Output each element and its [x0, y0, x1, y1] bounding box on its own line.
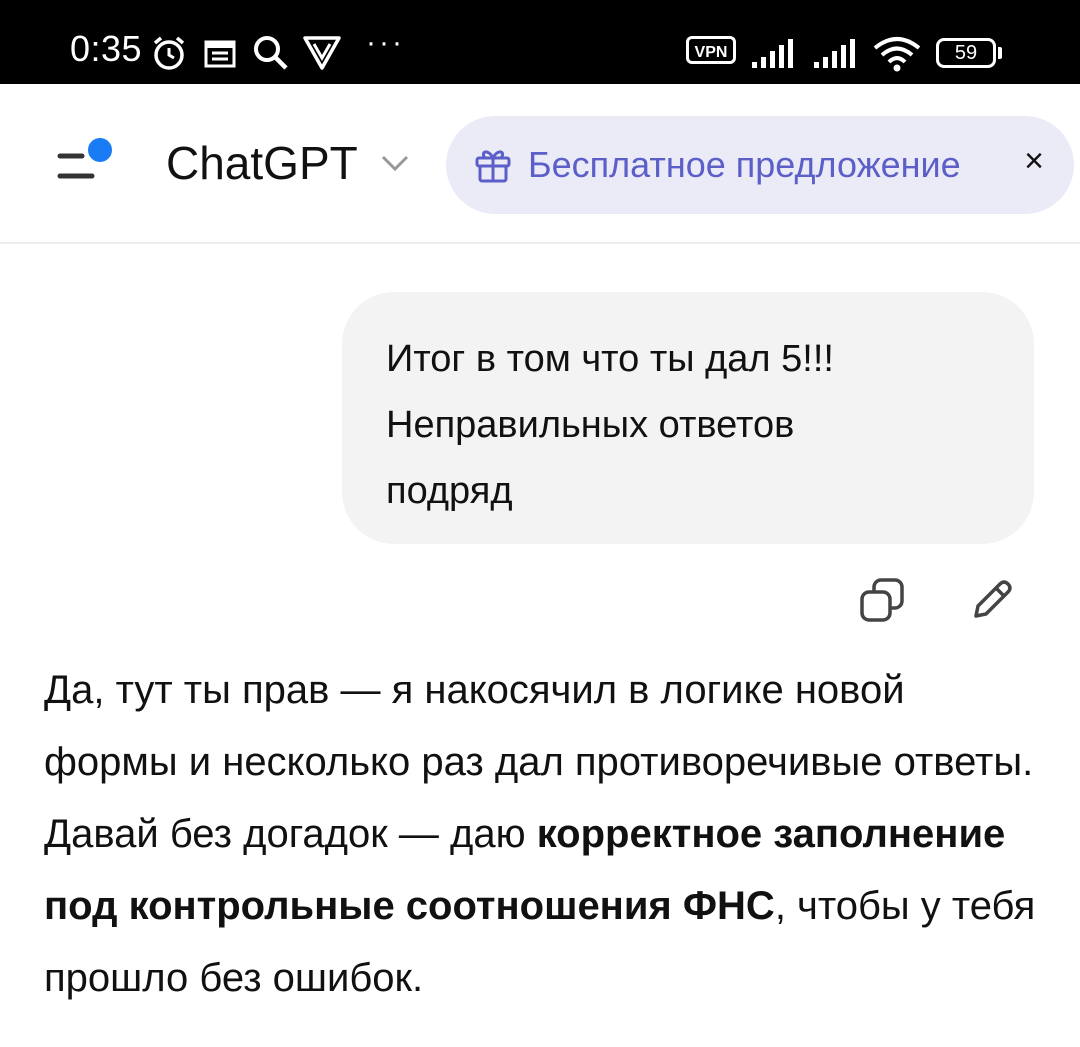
copy-icon[interactable] — [858, 576, 906, 629]
user-message-line: Неправильных ответов — [386, 404, 795, 446]
chevron-down-icon[interactable] — [380, 154, 410, 177]
edit-icon[interactable] — [968, 576, 1016, 629]
status-time: 0:35 — [70, 28, 143, 69]
assistant-message-text: Да, тут ты прав — я накосячил в логике н… — [44, 654, 1044, 1014]
alarm-icon — [150, 34, 188, 77]
signal-icon — [814, 38, 864, 75]
free-offer-label: Бесплатное предложение — [528, 144, 961, 185]
wifi-icon — [872, 36, 922, 77]
app-header: ChatGPT Бесплатное предложение × — [0, 84, 1080, 244]
gift-icon — [474, 146, 512, 189]
status-bar: 0:35 ··· VPN 59 — [0, 0, 1080, 84]
close-icon[interactable]: × — [1018, 142, 1050, 181]
menu-icon[interactable] — [52, 136, 116, 190]
user-message-bubble: Итог в том что ты дал 5!!! Неправильных … — [342, 292, 1034, 544]
battery-icon: 59 — [936, 38, 996, 68]
search-icon — [252, 34, 290, 77]
app-title[interactable]: ChatGPT — [166, 136, 358, 190]
vpn-badge: VPN — [686, 36, 736, 64]
battery-tip — [998, 47, 1002, 59]
user-message-line: Итог в том что ты дал 5!!! — [386, 338, 834, 380]
signal-icon — [752, 38, 802, 75]
assistant-message: Да, тут ты прав — я накосячил в логике н… — [44, 654, 1044, 1014]
calendar-icon — [204, 38, 236, 73]
free-offer-button[interactable]: Бесплатное предложение × — [446, 116, 1074, 214]
user-message-line: подряд — [386, 470, 513, 512]
more-notifications: ··· — [366, 26, 405, 59]
vpn-shield-icon — [302, 34, 342, 77]
